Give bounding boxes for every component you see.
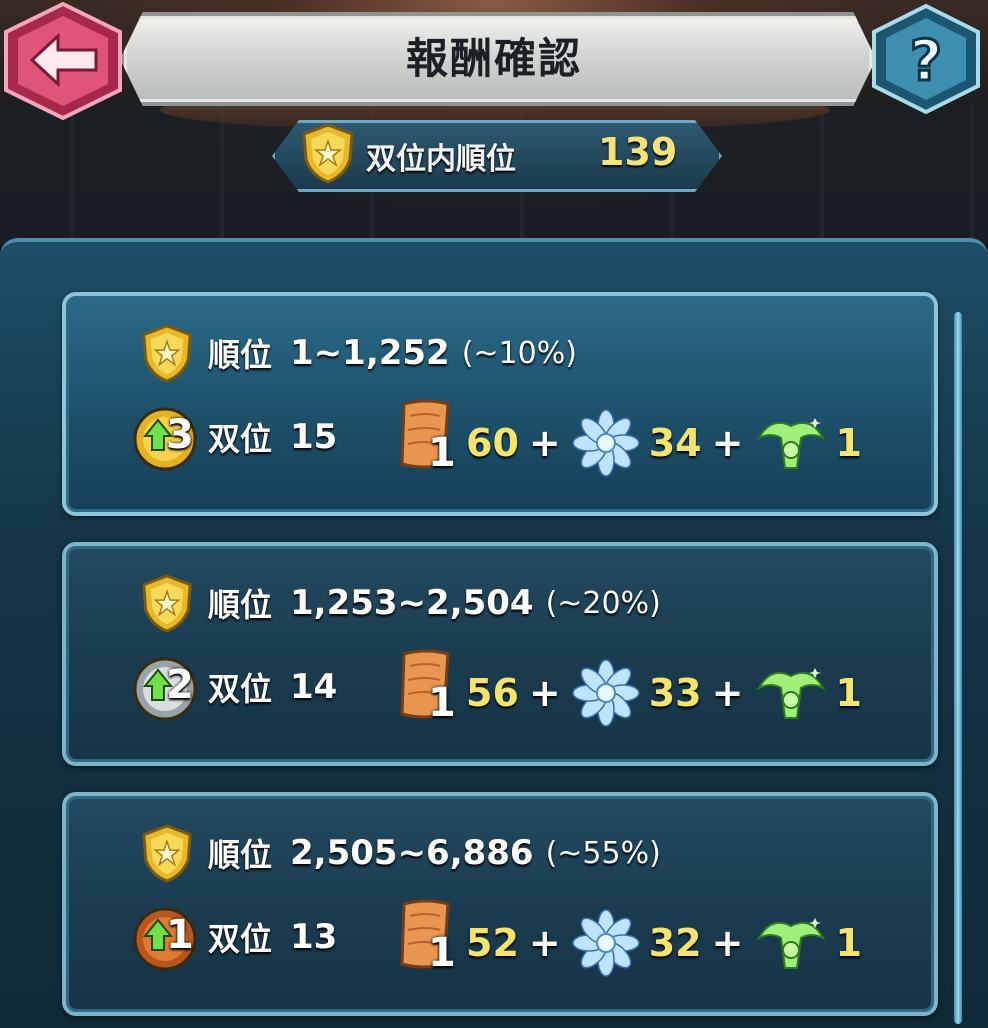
flower-amount: 33 (648, 671, 702, 715)
gold-shield-icon (302, 123, 354, 184)
blue-flower-icon (571, 409, 640, 477)
flower-amount: 34 (648, 421, 702, 465)
rank-range-label: 順位 (208, 836, 273, 874)
tier-label: 双位 (208, 920, 273, 958)
plus-sign: + (711, 421, 744, 465)
rank-percent: (~20%) (545, 585, 661, 621)
page-title: 報酬確認 (405, 33, 582, 83)
blue-flower-icon (571, 659, 640, 727)
crest-amount: 1 (835, 671, 862, 715)
plus-sign: + (528, 921, 561, 965)
rank-range: 1~1,252 (290, 333, 450, 373)
rank-percent: (~55%) (545, 835, 661, 871)
rank-label: 双位内順位 (366, 142, 516, 177)
plus-sign: + (528, 421, 561, 465)
green-crest-icon (757, 668, 826, 719)
back-arrow-icon[interactable] (2, 2, 124, 120)
tier-medal-number: 3 (166, 412, 194, 458)
plus-sign: + (711, 671, 744, 715)
tier-medal-number: 1 (166, 912, 194, 958)
help-question-icon: ? (910, 29, 942, 94)
green-crest-icon (757, 418, 826, 469)
crest-amount: 1 (835, 921, 862, 965)
scroll-amount: 56 (466, 671, 519, 715)
rank-range: 1,253~2,504 (290, 583, 534, 623)
gold-shield-icon (142, 574, 192, 633)
tier-medal-number: 2 (166, 662, 194, 708)
gold-shield-icon (142, 324, 192, 383)
crest-amount: 1 (835, 421, 862, 465)
tier-label: 双位 (208, 670, 273, 708)
scroll-amount: 52 (466, 921, 519, 965)
scroll-count: 1 (428, 680, 456, 726)
rank-range-label: 順位 (208, 336, 273, 374)
help-button[interactable]: ? (870, 4, 982, 114)
tier-value: 14 (290, 667, 338, 707)
tier-value: 15 (290, 417, 338, 457)
scrollbar[interactable] (954, 312, 962, 1024)
rank-percent: (~10%) (461, 335, 577, 371)
scroll-count: 1 (428, 930, 456, 976)
rank-range-label: 順位 (208, 586, 273, 624)
reward-tier-card: 順位 1~1,252 (~10%) 3 双位 15 1 60 + 34 + 1 (62, 292, 938, 516)
blue-flower-icon (571, 909, 640, 977)
rank-range: 2,505~6,886 (290, 833, 534, 873)
rank-value: 139 (598, 130, 678, 174)
reward-tier-card: 順位 1,253~2,504 (~20%) 2 双位 14 1 56 + 33 … (62, 542, 938, 766)
flower-amount: 32 (648, 921, 702, 965)
scroll-count: 1 (428, 430, 456, 476)
tier-label: 双位 (208, 420, 273, 458)
gold-shield-icon (142, 824, 192, 883)
reward-tier-card: 順位 2,505~6,886 (~55%) 1 双位 13 1 52 + 32 … (62, 792, 938, 1016)
plus-sign: + (711, 921, 744, 965)
tier-value: 13 (290, 917, 338, 957)
green-crest-icon (757, 918, 826, 969)
plus-sign: + (528, 671, 561, 715)
scroll-amount: 60 (466, 421, 519, 465)
